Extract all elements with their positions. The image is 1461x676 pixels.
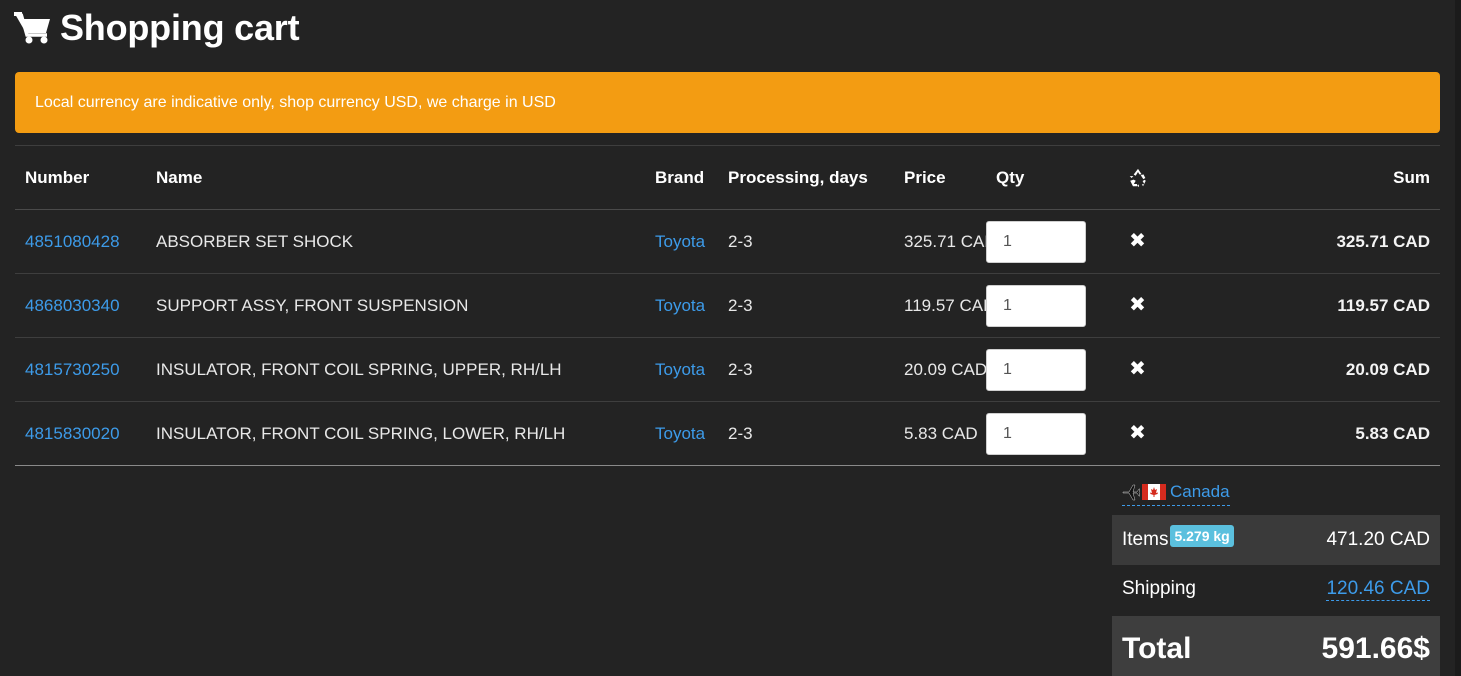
total-value: 591.66$ <box>1321 632 1430 665</box>
shipping-cost-link[interactable]: 120.46 CAD <box>1326 578 1430 601</box>
airplane-icon <box>1122 484 1140 501</box>
column-header-sum: Sum <box>1159 145 1440 210</box>
processing-days: 2-3 <box>718 337 894 402</box>
weight-badge: 5.279 kg <box>1170 525 1234 547</box>
row-sum: 325.71 CAD <box>1336 231 1430 251</box>
table-row: 4868030340 SUPPORT ASSY, FRONT SUSPENSIO… <box>15 273 1440 338</box>
part-number-link[interactable]: 4868030340 <box>25 296 120 315</box>
page-title: Shopping cart <box>60 7 300 48</box>
qty-input[interactable] <box>986 284 1086 327</box>
processing-days: 2-3 <box>718 209 894 274</box>
price: 325.71 CAD <box>894 209 986 274</box>
column-header-remove <box>1116 145 1159 210</box>
summary-items-row: Items 5.279 kg 471.20 CAD <box>1112 515 1440 565</box>
part-number-link[interactable]: 4851080428 <box>25 232 120 251</box>
processing-days: 2-3 <box>718 401 894 466</box>
part-name: INSULATOR, FRONT COIL SPRING, UPPER, RH/… <box>146 337 645 402</box>
part-name: INSULATOR, FRONT COIL SPRING, LOWER, RH/… <box>146 401 645 466</box>
table-row: 4815730250 INSULATOR, FRONT COIL SPRING,… <box>15 337 1440 402</box>
price: 119.57 CAD <box>894 273 986 338</box>
qty-input[interactable] <box>986 220 1086 263</box>
column-header-name: Name <box>146 145 645 210</box>
qty-input[interactable] <box>986 412 1086 455</box>
column-header-brand: Brand <box>645 145 718 210</box>
order-summary: Items 5.279 kg 471.20 CAD Shipping 120.4… <box>1112 515 1440 676</box>
shopping-cart-icon <box>14 12 50 44</box>
remove-item-icon[interactable]: ✖ <box>1129 295 1146 315</box>
part-number-link[interactable]: 4815730250 <box>25 360 120 379</box>
brand-link[interactable]: Toyota <box>655 296 705 315</box>
summary-total-row: Total 591.66$ <box>1112 616 1440 676</box>
brand-link[interactable]: Toyota <box>655 424 705 443</box>
total-label: Total <box>1122 632 1192 665</box>
shipping-destination-link[interactable]: Canada <box>1122 480 1230 506</box>
table-row: 4851080428 ABSORBER SET SHOCK Toyota 2-3… <box>15 209 1440 274</box>
summary-shipping-row: Shipping 120.46 CAD <box>1112 565 1440 613</box>
brand-link[interactable]: Toyota <box>655 360 705 379</box>
part-name: SUPPORT ASSY, FRONT SUSPENSION <box>146 273 645 338</box>
price: 5.83 CAD <box>894 401 986 466</box>
qty-input[interactable] <box>986 348 1086 391</box>
currency-alert: Local currency are indicative only, shop… <box>15 72 1440 133</box>
remove-item-icon[interactable]: ✖ <box>1129 231 1146 251</box>
remove-item-icon[interactable]: ✖ <box>1129 423 1146 443</box>
part-number-link[interactable]: 4815830020 <box>25 424 120 443</box>
destination-country: Canada <box>1170 482 1230 501</box>
page: Shopping cart Local currency are indicat… <box>0 0 1461 676</box>
page-header: Shopping cart <box>14 6 300 50</box>
table-header-row: Number Name Brand Processing, days Price… <box>15 145 1440 210</box>
column-header-price: Price <box>894 145 986 210</box>
column-header-number: Number <box>15 145 146 210</box>
processing-days: 2-3 <box>718 273 894 338</box>
price: 20.09 CAD <box>894 337 986 402</box>
canada-flag-icon <box>1142 484 1166 500</box>
row-sum: 20.09 CAD <box>1345 359 1430 379</box>
items-total: 471.20 CAD <box>1326 529 1430 550</box>
shipping-label: Shipping <box>1122 578 1196 599</box>
remove-item-icon[interactable]: ✖ <box>1129 359 1146 379</box>
row-sum: 119.57 CAD <box>1337 295 1430 315</box>
brand-link[interactable]: Toyota <box>655 232 705 251</box>
column-header-processing: Processing, days <box>718 145 894 210</box>
row-sum: 5.83 CAD <box>1355 423 1430 443</box>
part-name: ABSORBER SET SHOCK <box>146 209 645 274</box>
table-row: 4815830020 INSULATOR, FRONT COIL SPRING,… <box>15 401 1440 466</box>
items-label: Items <box>1122 529 1169 550</box>
cart-table: Number Name Brand Processing, days Price… <box>15 145 1440 466</box>
recycle-icon <box>1129 168 1146 187</box>
scrollbar[interactable] <box>1455 0 1461 676</box>
column-header-qty: Qty <box>986 145 1116 210</box>
